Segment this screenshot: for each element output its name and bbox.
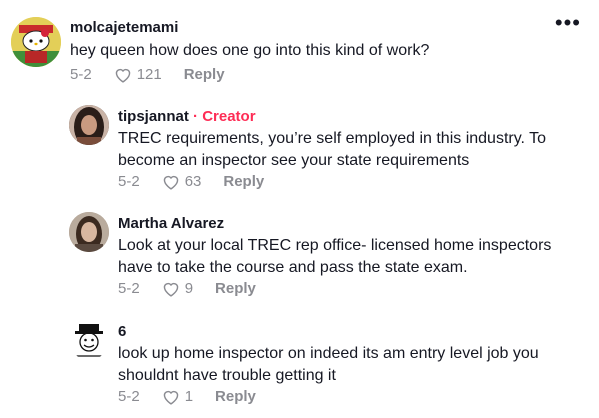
reply-meta: 5-2 1 Reply	[118, 388, 256, 405]
heart-icon	[163, 175, 178, 190]
more-horizontal-icon[interactable]: •••	[555, 12, 581, 34]
username-link[interactable]: tipsjannat	[118, 108, 189, 125]
comment-username[interactable]: molcajetemami	[70, 19, 178, 36]
reply-text: Look at your local TREC rep office- lice…	[118, 237, 552, 276]
heart-icon	[163, 282, 178, 297]
like-button[interactable]: 121	[114, 66, 162, 83]
avatar[interactable]	[69, 320, 109, 360]
reply-text: look up home inspector on indeed its am …	[118, 345, 539, 384]
creator-badge: Creator	[202, 108, 256, 125]
separator-dot: ·	[193, 108, 199, 125]
like-count: 9	[184, 280, 194, 297]
reply-meta: 5-2 63 Reply	[118, 173, 264, 190]
reply-username[interactable]: 6	[118, 323, 126, 340]
reply-button[interactable]: Reply	[223, 173, 264, 190]
heart-icon	[115, 68, 130, 83]
avatar[interactable]	[69, 212, 109, 252]
reply-date: 5-2	[118, 280, 140, 297]
comment-item: molcajetemami hey queen how does one go …	[0, 0, 599, 95]
reply-date: 5-2	[118, 173, 140, 190]
like-count: 63	[184, 173, 202, 190]
comment-text: hey queen how does one go into this kind…	[70, 42, 430, 59]
reply-button[interactable]: Reply	[215, 280, 256, 297]
comment-meta: 5-2 121 Reply	[70, 66, 225, 83]
reply-item: Martha Alvarez Look at your local TREC r…	[0, 202, 599, 310]
reply-button[interactable]: Reply	[184, 66, 225, 83]
like-button[interactable]: 9	[162, 280, 193, 297]
user-photo-avatar-image	[69, 105, 109, 145]
reply-button[interactable]: Reply	[215, 388, 256, 405]
avatar[interactable]	[69, 105, 109, 145]
reply-meta: 5-2 9 Reply	[118, 280, 256, 297]
like-button[interactable]: 1	[162, 388, 193, 405]
hello-kitty-avatar-image	[11, 17, 61, 67]
like-count: 1	[184, 388, 194, 405]
reply-username[interactable]: Martha Alvarez	[118, 215, 224, 232]
reply-item: 6 look up home inspector on indeed its a…	[0, 310, 599, 418]
heart-icon	[163, 390, 178, 405]
comment-date: 5-2	[70, 66, 92, 83]
reply-date: 5-2	[118, 388, 140, 405]
reply-item: tipsjannat · Creator TREC requirements, …	[0, 95, 599, 202]
reply-username: tipsjannat · Creator	[118, 108, 256, 125]
cartoon-sketch-avatar-image	[69, 320, 109, 360]
like-button[interactable]: 63	[162, 173, 202, 190]
like-count: 121	[136, 66, 162, 83]
reply-text: TREC requirements, you’re self employed …	[118, 130, 547, 169]
avatar[interactable]	[11, 17, 61, 67]
user-photo-avatar-image	[69, 212, 109, 252]
